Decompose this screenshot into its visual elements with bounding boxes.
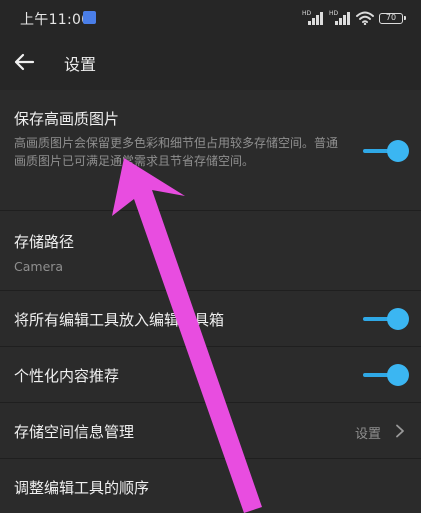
status-time: 上午11:00 (20, 12, 91, 28)
setting-row-hq-photo[interactable]: 保存高画质图片 高画质图片会保留更多色彩和细节但占用较多存储空间。普通画质图片已… (0, 90, 421, 210)
personalized-toggle[interactable] (363, 363, 409, 387)
chevron-right-icon (396, 424, 404, 438)
battery-icon: 70 (379, 12, 406, 24)
battery-level: 70 (385, 13, 397, 22)
back-button[interactable] (10, 48, 38, 76)
setting-title: 调整编辑工具的顺序 (14, 479, 150, 497)
setting-row-tool-order[interactable]: 调整编辑工具的顺序 (0, 458, 421, 513)
setting-title: 存储空间信息管理 (14, 423, 135, 441)
wifi-icon (356, 11, 374, 25)
setting-row-storage-info[interactable]: 存储空间信息管理 设置 (0, 402, 421, 458)
setting-title: 个性化内容推荐 (14, 367, 120, 385)
setting-title: 存储路径 (14, 233, 75, 251)
hq-photo-toggle[interactable] (363, 139, 409, 163)
app-header: 设置 (0, 36, 421, 90)
status-bar: 上午11:00 HD HD 70 (0, 0, 421, 36)
setting-description: 高画质图片会保留更多色彩和细节但占用较多存储空间。普通画质图片已可满足通常需求且… (14, 136, 339, 168)
signal-icon: HD (329, 10, 351, 25)
toolbox-toggle[interactable] (363, 307, 409, 331)
setting-title: 将所有编辑工具放入编辑工具箱 (14, 311, 225, 329)
setting-row-personalized[interactable]: 个性化内容推荐 (0, 346, 421, 402)
status-indicators: HD HD 70 (302, 9, 406, 27)
page-title: 设置 (64, 55, 97, 74)
setting-row-toolbox[interactable]: 将所有编辑工具放入编辑工具箱 (0, 290, 421, 346)
storage-path-value: Camera (14, 259, 64, 274)
setting-title: 保存高画质图片 (14, 110, 120, 128)
storage-info-action: 设置 (354, 427, 381, 442)
back-arrow-icon (14, 53, 35, 71)
signal-icon: HD (302, 10, 324, 25)
setting-row-storage-path[interactable]: 存储路径 Camera (0, 210, 421, 290)
settings-list: 保存高画质图片 高画质图片会保留更多色彩和细节但占用较多存储空间。普通画质图片已… (0, 90, 421, 513)
security-shield-icon (83, 11, 96, 24)
